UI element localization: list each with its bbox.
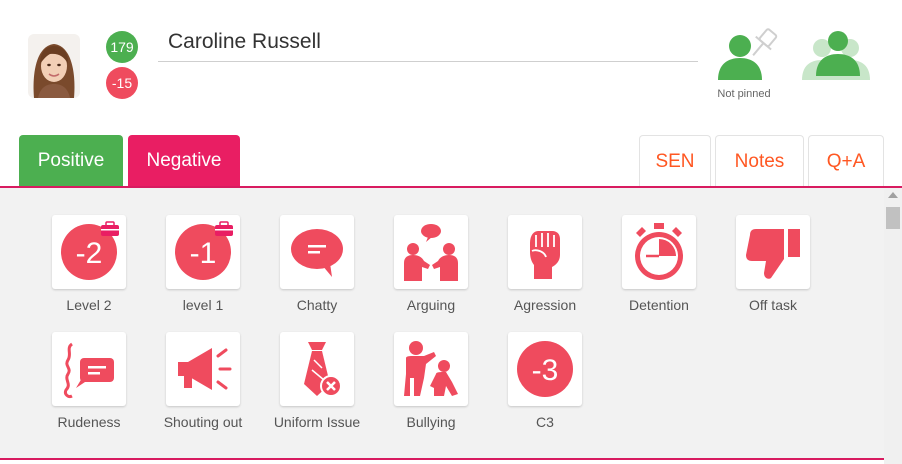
behaviour-c3[interactable]: -3 C3 — [490, 332, 600, 444]
positive-points-badge: 179 — [106, 31, 138, 63]
behaviour-card — [736, 215, 810, 289]
behaviour-label: Chatty — [296, 297, 338, 313]
scrollbar-thumb[interactable] — [886, 207, 900, 229]
tab-notes[interactable]: Notes — [715, 135, 804, 187]
svg-text:-2: -2 — [76, 237, 103, 270]
behaviour-label: Detention — [629, 297, 689, 313]
level-badge-icon: -3 — [517, 341, 573, 397]
scroll-up-arrow-icon[interactable] — [888, 192, 898, 198]
behaviour-card — [394, 215, 468, 289]
tab-positive[interactable]: Positive — [19, 135, 123, 187]
student-name: Caroline Russell — [168, 30, 321, 53]
svg-text:-3: -3 — [532, 354, 559, 387]
vertical-scrollbar[interactable] — [884, 188, 902, 464]
pin-student-icon — [718, 28, 778, 80]
behaviour-panel: -2 Level 2 -1 level 1 Chatty Arguing Agr… — [0, 188, 884, 459]
megaphone-icon — [178, 348, 232, 390]
behaviour-agression[interactable]: Agression — [490, 215, 600, 327]
behaviour-card — [508, 215, 582, 289]
behaviour-label: Level 2 — [66, 297, 112, 313]
speech-bubble-icon — [291, 229, 343, 277]
group-icon — [802, 31, 870, 80]
student-header: 179 -15 Caroline Russell Not pinned — [0, 0, 902, 130]
behaviour-card — [280, 332, 354, 406]
behaviour-card — [280, 215, 354, 289]
behaviour-uniform-issue[interactable]: Uniform Issue — [262, 332, 372, 444]
svg-text:-1: -1 — [190, 237, 217, 270]
briefcase-icon — [101, 221, 119, 236]
behaviour-card — [52, 332, 126, 406]
briefcase-icon — [215, 221, 233, 236]
tab-negative[interactable]: Negative — [128, 135, 240, 187]
negative-points-badge: -15 — [106, 67, 138, 99]
tie-icon — [304, 342, 342, 397]
thumbs-down-icon — [746, 229, 800, 279]
tab-sen[interactable]: SEN — [639, 135, 711, 187]
behaviour-card — [394, 332, 468, 406]
behaviour-label: Arguing — [406, 297, 456, 313]
rude-speech-icon — [64, 342, 114, 398]
behaviour-level-2[interactable]: -2 Level 2 — [34, 215, 144, 327]
pin-student-button[interactable]: Not pinned — [712, 26, 792, 104]
panel-bottom-rule — [0, 458, 884, 460]
behaviour-label: Off task — [749, 297, 797, 313]
tab-qa[interactable]: Q+A — [808, 135, 884, 187]
behaviour-off-task[interactable]: Off task — [718, 215, 828, 327]
behaviour-label: Agression — [513, 297, 577, 313]
bullying-icon — [404, 341, 458, 396]
behaviour-label: Rudeness — [57, 414, 121, 430]
student-avatar — [28, 34, 80, 98]
behaviour-detention[interactable]: Detention — [604, 215, 714, 327]
behaviour-label: C3 — [536, 414, 554, 430]
behaviour-card: -3 — [508, 332, 582, 406]
behaviour-arguing[interactable]: Arguing — [376, 215, 486, 327]
pin-status-label: Not pinned — [717, 88, 771, 100]
name-underline — [158, 61, 698, 62]
behaviour-card — [166, 332, 240, 406]
behaviour-label: Shouting out — [163, 414, 243, 430]
behaviour-card — [622, 215, 696, 289]
behaviour-label: level 1 — [182, 297, 224, 313]
clenched-fist-icon — [530, 231, 560, 279]
group-button[interactable] — [798, 28, 876, 84]
behaviour-label: Uniform Issue — [273, 414, 361, 430]
behaviour-chatty[interactable]: Chatty — [262, 215, 372, 327]
arguing-people-icon — [404, 224, 458, 281]
behaviour-shouting-out[interactable]: Shouting out — [148, 332, 258, 444]
behaviour-level-1[interactable]: -1 level 1 — [148, 215, 258, 327]
stopwatch-icon — [635, 223, 683, 280]
behaviour-bullying[interactable]: Bullying — [376, 332, 486, 444]
behaviour-rudeness[interactable]: Rudeness — [34, 332, 144, 444]
behaviour-label: Bullying — [406, 414, 456, 430]
